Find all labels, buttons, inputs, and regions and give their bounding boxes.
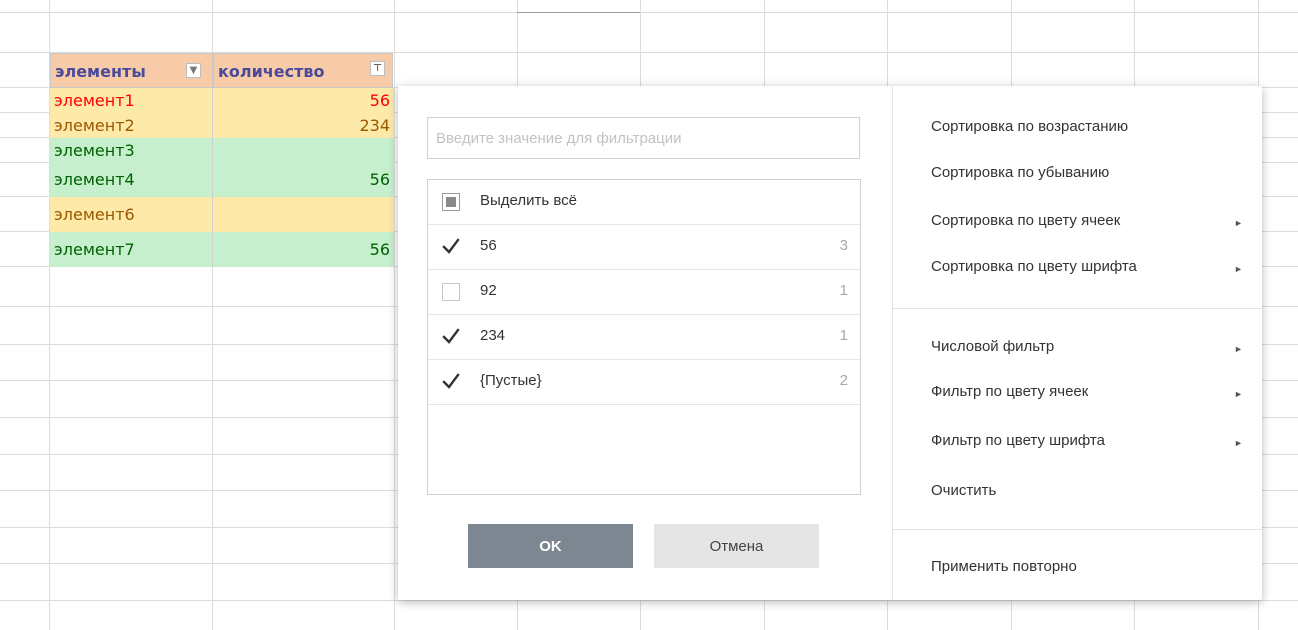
submenu-arrow-icon: ► xyxy=(1234,389,1243,399)
cell-quantity[interactable]: 56 xyxy=(213,88,394,113)
cell-quantity[interactable] xyxy=(213,197,394,232)
select-all-row[interactable]: Выделить всё xyxy=(428,180,860,225)
filter-value-count: 3 xyxy=(839,237,848,254)
menu-divider xyxy=(893,529,1262,530)
menu-sort-ascending[interactable]: Сортировка по возрастанию xyxy=(931,118,1128,135)
cell-element-name[interactable]: элемент3 xyxy=(50,138,213,163)
cell-quantity[interactable]: 56 xyxy=(213,232,394,267)
menu-sort-descending[interactable]: Сортировка по убыванию xyxy=(931,164,1109,181)
cell-quantity[interactable] xyxy=(213,138,394,163)
menu-number-filter[interactable]: Числовой фильтр xyxy=(931,338,1054,355)
cancel-button[interactable]: Отмена xyxy=(654,524,819,568)
filter-value-row[interactable]: 56 3 xyxy=(428,225,860,270)
filter-value-label: 234 xyxy=(480,327,506,344)
filter-values-list[interactable]: Выделить всё 56 3 92 1 234 1 {Пустые} 2 xyxy=(427,179,861,495)
checked-checkbox[interactable] xyxy=(442,328,460,346)
cell-quantity[interactable]: 234 xyxy=(213,113,394,138)
submenu-arrow-icon: ► xyxy=(1234,344,1243,354)
menu-reapply[interactable]: Применить повторно xyxy=(931,558,1077,575)
checked-checkbox[interactable] xyxy=(442,373,460,391)
cell-element-name[interactable]: элемент7 xyxy=(50,232,213,267)
select-all-checkbox[interactable] xyxy=(442,193,460,211)
cell-quantity[interactable]: 56 xyxy=(213,163,394,197)
cell-element-name[interactable]: элемент6 xyxy=(50,197,213,232)
menu-filter-font-color[interactable]: Фильтр по цвету шрифта xyxy=(931,432,1105,449)
filter-value-row[interactable]: 234 1 xyxy=(428,315,860,360)
header-cell-quantity[interactable]: количество xyxy=(213,53,393,88)
filter-dropdown-icon[interactable]: ▼ xyxy=(186,63,201,78)
menu-sort-cell-color[interactable]: Сортировка по цвету ячеек xyxy=(931,212,1120,229)
filter-value-label: 92 xyxy=(480,282,497,299)
filter-active-icon[interactable]: ⊤ xyxy=(370,61,385,76)
ok-button[interactable]: OK xyxy=(468,524,633,568)
submenu-arrow-icon: ► xyxy=(1234,218,1243,228)
menu-sort-font-color[interactable]: Сортировка по цвету шрифта xyxy=(931,258,1137,275)
filter-value-label: 56 xyxy=(480,237,497,254)
cell-element-name[interactable]: элемент1 xyxy=(50,88,213,113)
select-all-label: Выделить всё xyxy=(480,192,578,209)
menu-filter-cell-color[interactable]: Фильтр по цвету ячеек xyxy=(931,383,1088,400)
cell-element-name[interactable]: элемент2 xyxy=(50,113,213,138)
submenu-arrow-icon: ► xyxy=(1234,438,1243,448)
unchecked-checkbox[interactable] xyxy=(442,283,460,301)
menu-clear[interactable]: Очистить xyxy=(931,482,996,499)
autofilter-popup: Выделить всё 56 3 92 1 234 1 {Пустые} 2 OK Отме… xyxy=(398,86,1262,600)
filter-value-count: 1 xyxy=(839,327,848,344)
filter-value-count: 2 xyxy=(839,372,848,389)
header-label-elements: элементы xyxy=(55,62,146,81)
cell-element-name[interactable]: элемент4 xyxy=(50,163,213,197)
filter-value-count: 1 xyxy=(839,282,848,299)
submenu-arrow-icon: ► xyxy=(1234,264,1243,274)
menu-divider xyxy=(893,308,1262,309)
filter-value-label: {Пустые} xyxy=(480,372,542,389)
filter-value-row[interactable]: 92 1 xyxy=(428,270,860,315)
checked-checkbox[interactable] xyxy=(442,238,460,256)
header-label-quantity: количество xyxy=(218,62,325,81)
filter-value-row[interactable]: {Пустые} 2 xyxy=(428,360,860,405)
filter-search-input[interactable] xyxy=(427,117,860,159)
popup-divider xyxy=(892,86,893,600)
